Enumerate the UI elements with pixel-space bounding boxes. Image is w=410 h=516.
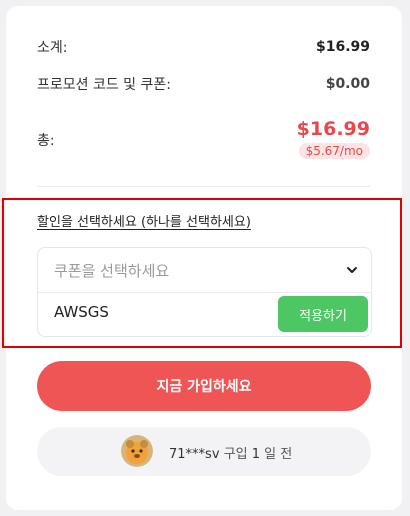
promo-label: 프로모션 코드 및 쿠폰: xyxy=(37,77,171,93)
signup-button[interactable]: 지금 가입하세요 xyxy=(37,361,371,411)
recent-purchase-banner: 71***sv 구입 1 일 전 xyxy=(37,427,371,476)
total-value: $16.99 xyxy=(296,118,370,140)
subtotal-label: 소계: xyxy=(37,40,68,56)
coupon-select-placeholder: 쿠폰을 선택하세요 xyxy=(54,261,170,280)
coupon-code-input[interactable]: AWSGS xyxy=(54,303,109,321)
total-row: 총: xyxy=(37,130,55,150)
apply-coupon-button[interactable]: 적용하기 xyxy=(278,296,368,332)
avatar xyxy=(121,435,153,467)
recent-purchase-text: 71***sv 구입 1 일 전 xyxy=(169,443,292,462)
promo-row: 프로모션 코드 및 쿠폰: $0.00 xyxy=(37,74,370,94)
coupon-select[interactable]: 쿠폰을 선택하세요 xyxy=(38,248,371,293)
purchase-text-a: 구입 xyxy=(219,447,252,462)
purchase-user: 71***sv xyxy=(169,447,220,462)
coupon-box: 쿠폰을 선택하세요 AWSGS 적용하기 xyxy=(37,247,372,337)
per-month-badge: $5.67/mo xyxy=(298,143,370,159)
purchase-days: 1 xyxy=(251,447,260,462)
total-label: 총: xyxy=(37,133,55,149)
avatar-image xyxy=(121,435,153,467)
total-block: $16.99 $5.67/mo xyxy=(297,118,370,159)
divider xyxy=(37,186,370,187)
coupon-input-row: AWSGS 적용하기 xyxy=(38,293,371,336)
subtotal-value: $16.99 xyxy=(315,39,370,55)
purchase-text-b: 일 전 xyxy=(259,447,293,462)
promo-value: $0.00 xyxy=(325,76,370,92)
subtotal-row: 소계: $16.99 xyxy=(37,37,370,57)
chevron-down-icon xyxy=(347,267,357,273)
discount-title-link[interactable]: 할인을 선택하세요 (하나를 선택하세요) xyxy=(37,211,251,230)
